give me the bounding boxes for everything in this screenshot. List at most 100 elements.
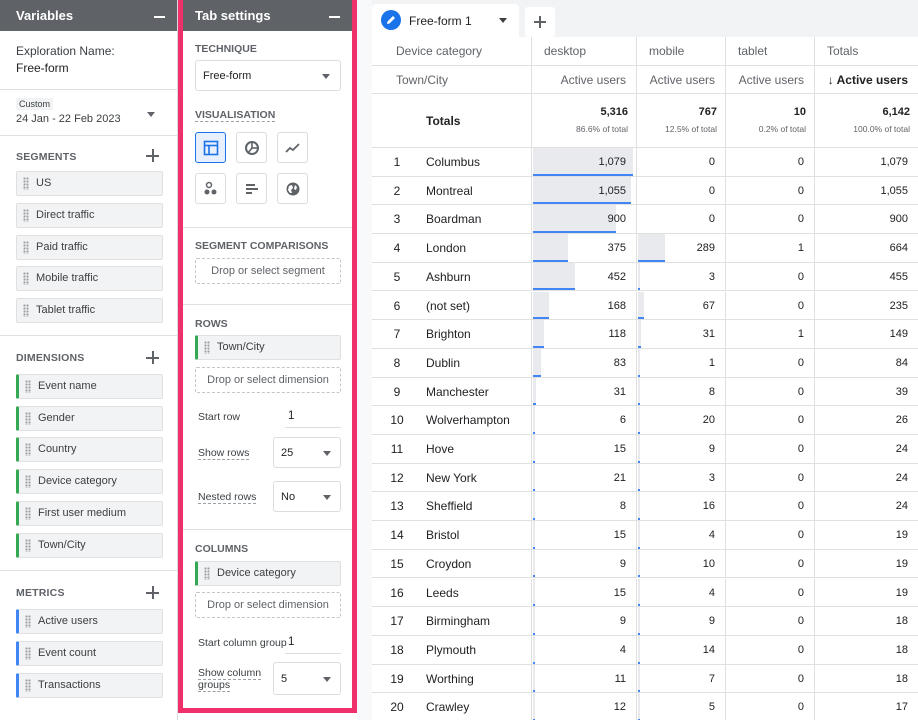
date-range-picker[interactable]: Custom 24 Jan - 22 Feb 2023	[0, 90, 177, 136]
cell-mobile[interactable]: 1	[637, 348, 726, 377]
metric-header-tablet[interactable]: Active users	[739, 73, 804, 87]
cell-total[interactable]: 19	[815, 579, 918, 607]
cell-tablet[interactable]: 0	[726, 607, 815, 635]
column-dimension-header[interactable]: Device category	[396, 44, 482, 58]
row-city[interactable]: Crawley	[426, 700, 469, 714]
cell-mobile[interactable]: 31	[637, 320, 726, 348]
cell-mobile[interactable]: 4	[637, 521, 726, 549]
cell-mobile[interactable]: 10	[637, 549, 726, 578]
dimension-chip-gender[interactable]: Gender	[16, 406, 163, 431]
cell-desktop[interactable]: 15	[532, 435, 637, 463]
row-city[interactable]: Wolverhampton	[426, 413, 510, 427]
row-city[interactable]: New York	[426, 471, 477, 485]
cell-tablet[interactable]: 0	[726, 291, 815, 320]
drag-handle-icon[interactable]	[25, 475, 31, 488]
cell-desktop[interactable]: 11	[532, 664, 637, 693]
column-header-desktop[interactable]: desktop	[544, 44, 586, 58]
cell-mobile[interactable]: 8	[637, 377, 726, 406]
dimension-chip-event-name[interactable]: Event name	[16, 374, 163, 399]
column-header-totals[interactable]: Totals	[827, 44, 858, 58]
metric-chip-transactions[interactable]: Transactions	[16, 673, 163, 698]
tab-free-form-1[interactable]: Free-form 1	[372, 4, 519, 37]
cell-mobile[interactable]: 289	[637, 234, 726, 262]
drag-handle-icon[interactable]	[23, 209, 29, 222]
row-city[interactable]: Manchester	[426, 385, 489, 399]
start-column-group-input[interactable]: 1	[285, 636, 341, 654]
column-header-mobile[interactable]: mobile	[649, 44, 684, 58]
cell-desktop[interactable]: 900	[532, 205, 637, 234]
cell-total[interactable]: 1,079	[815, 148, 918, 176]
drag-handle-icon[interactable]	[25, 380, 31, 393]
cell-mobile[interactable]: 16	[637, 492, 726, 521]
cell-desktop[interactable]: 452	[532, 262, 637, 291]
table-row[interactable]: 6 (not set) 168 67 0 235	[372, 291, 918, 321]
column-header-tablet[interactable]: tablet	[738, 44, 767, 58]
cell-desktop[interactable]: 6	[532, 406, 637, 434]
table-viz-button[interactable]	[195, 132, 226, 163]
row-dimension-header[interactable]: Town/City	[396, 73, 448, 87]
metric-chip-active-users[interactable]: Active users	[16, 609, 163, 634]
add-tab-button[interactable]	[525, 7, 555, 37]
cell-total[interactable]: 664	[815, 234, 918, 262]
cell-tablet[interactable]: 0	[726, 693, 815, 720]
cell-desktop[interactable]: 1,079	[532, 148, 637, 176]
table-row[interactable]: 7 Brighton 118 31 1 149	[372, 320, 918, 349]
cell-total[interactable]: 24	[815, 492, 918, 520]
segment-chip-mobile-traffic[interactable]: Mobile traffic	[16, 266, 163, 291]
cell-mobile[interactable]: 9	[637, 607, 726, 635]
technique-select[interactable]: Free-form	[195, 60, 341, 91]
row-city[interactable]: Brighton	[426, 327, 471, 341]
row-city[interactable]: Croydon	[426, 557, 471, 571]
drag-handle-icon[interactable]	[23, 177, 29, 190]
drag-handle-icon[interactable]	[25, 615, 31, 628]
cell-total[interactable]: 84	[815, 349, 918, 377]
cell-tablet[interactable]: 0	[726, 406, 815, 434]
cell-tablet[interactable]: 0	[726, 521, 815, 549]
row-city[interactable]: Montreal	[426, 184, 473, 198]
table-row[interactable]: 8 Dublin 83 1 0 84	[372, 348, 918, 378]
table-row[interactable]: 4 London 375 289 1 664	[372, 234, 918, 263]
cell-desktop[interactable]: 12	[532, 693, 637, 720]
show-column-groups-select[interactable]: 5	[273, 662, 341, 695]
bar-viz-button[interactable]	[236, 173, 267, 204]
dimension-chip-first-user-medium[interactable]: First user medium	[16, 501, 163, 526]
cell-total[interactable]: 24	[815, 464, 918, 492]
start-row-input[interactable]: 1	[285, 410, 341, 428]
drag-handle-icon[interactable]	[23, 272, 29, 285]
drag-handle-icon[interactable]	[25, 647, 31, 660]
dimension-chip-town-city[interactable]: Town/City	[16, 533, 163, 558]
cell-desktop[interactable]: 31	[532, 377, 637, 406]
table-row[interactable]: 16 Leeds 15 4 0 19	[372, 578, 918, 608]
row-city[interactable]: Hove	[426, 442, 454, 456]
cell-tablet[interactable]: 0	[726, 549, 815, 578]
cell-mobile[interactable]: 9	[637, 435, 726, 463]
table-row[interactable]: 10 Wolverhampton 6 20 0 26	[372, 406, 918, 435]
cell-tablet[interactable]: 0	[726, 578, 815, 607]
row-city[interactable]: Columbus	[426, 155, 480, 169]
cell-total[interactable]: 1,055	[815, 177, 918, 205]
cell-mobile[interactable]: 7	[637, 664, 726, 693]
nested-rows-select[interactable]: No	[273, 481, 341, 512]
drag-handle-icon[interactable]	[204, 567, 210, 580]
drag-handle-icon[interactable]	[25, 443, 31, 456]
table-row[interactable]: 19 Worthing 11 7 0 18	[372, 664, 918, 694]
table-row[interactable]: 18 Plymouth 4 14 0 18	[372, 635, 918, 665]
row-city[interactable]: (not set)	[426, 299, 470, 313]
row-city[interactable]: Plymouth	[426, 643, 476, 657]
table-row[interactable]: 14 Bristol 15 4 0 19	[372, 521, 918, 550]
segment-drop-zone[interactable]: Drop or select segment	[195, 258, 341, 284]
rows-drop-zone[interactable]: Drop or select dimension	[195, 367, 341, 393]
table-row[interactable]: 3 Boardman 900 0 0 900	[372, 205, 918, 235]
metric-header-desktop[interactable]: Active users	[561, 73, 626, 87]
cell-total[interactable]: 24	[815, 435, 918, 463]
drag-handle-icon[interactable]	[204, 341, 210, 354]
table-row[interactable]: 17 Birmingham 9 9 0 18	[372, 607, 918, 636]
cell-desktop[interactable]: 4	[532, 635, 637, 664]
cell-mobile[interactable]: 67	[637, 291, 726, 320]
cell-total[interactable]: 19	[815, 521, 918, 549]
cell-tablet[interactable]: 0	[726, 262, 815, 291]
dimension-chip-country[interactable]: Country	[16, 437, 163, 462]
add-segment-icon[interactable]	[146, 149, 159, 162]
cell-mobile[interactable]: 20	[637, 406, 726, 434]
show-rows-select[interactable]: 25	[273, 437, 341, 468]
